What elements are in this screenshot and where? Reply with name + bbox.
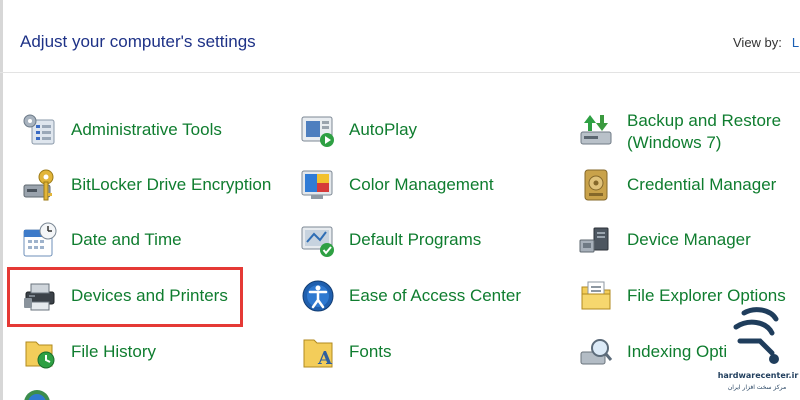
item-label: File History	[71, 342, 157, 361]
view-by-control[interactable]: View by: L	[733, 35, 799, 50]
item-credential-manager[interactable]: Credential Manager	[578, 167, 776, 203]
item-default-programs[interactable]: Default Programs	[300, 222, 481, 258]
page-title: Adjust your computer's settings	[20, 32, 256, 51]
file-history-icon	[22, 334, 58, 370]
item-label: BitLocker Drive Encryption	[71, 175, 272, 194]
item-label: Ease of Access Center	[349, 286, 521, 305]
item-device-manager[interactable]: Device Manager	[578, 222, 751, 258]
window-border	[0, 0, 3, 400]
partial-item-icon	[22, 388, 52, 400]
calendar-clock-icon	[22, 222, 58, 258]
item-label: Device Manager	[627, 230, 751, 249]
svg-text:A: A	[317, 348, 333, 369]
highlight-box	[7, 267, 243, 327]
item-fonts[interactable]: A Fonts	[300, 334, 392, 370]
item-label: Default Programs	[349, 230, 482, 249]
item-autoplay[interactable]: AutoPlay	[300, 112, 417, 148]
indexing-options-icon	[578, 334, 614, 370]
autoplay-icon	[300, 112, 336, 148]
color-management-icon	[300, 167, 336, 203]
item-label: Fonts	[349, 342, 392, 361]
item-date-and-time[interactable]: Date and Time	[22, 222, 182, 258]
item-file-history[interactable]: File History	[22, 334, 156, 370]
item-label: File Explorer Options	[627, 286, 786, 305]
item-bitlocker-drive-encryption[interactable]: BitLocker Drive Encryption	[22, 167, 271, 203]
view-by-value[interactable]: L	[792, 35, 799, 50]
folder-options-icon	[578, 278, 614, 314]
bitlocker-icon	[22, 167, 58, 203]
item-indexing-options[interactable]: Indexing Opti	[578, 334, 727, 370]
backup-restore-icon	[578, 112, 614, 148]
item-ease-of-access-center[interactable]: Ease of Access Center	[300, 278, 521, 314]
logo-name: hardwarecenter.ir	[717, 371, 799, 380]
fonts-icon: A	[300, 334, 336, 370]
item-label: Date and Time	[71, 230, 182, 249]
logo-subtitle: مرکز سخت افزار ایران	[727, 384, 787, 391]
item-label: Indexing Opti	[627, 342, 728, 361]
view-by-label: View by:	[733, 35, 782, 50]
item-administrative-tools[interactable]: Administrative Tools	[22, 112, 222, 148]
header-divider	[0, 72, 800, 73]
item-label: AutoPlay	[349, 120, 418, 139]
administrative-tools-icon	[22, 112, 58, 148]
item-backup-and-restore[interactable]: Backup and Restore (Windows 7)	[578, 110, 781, 154]
item-label: Credential Manager	[627, 175, 777, 194]
credential-manager-icon	[578, 167, 614, 203]
item-label: Administrative Tools	[71, 120, 222, 139]
ease-of-access-icon	[300, 278, 336, 314]
item-label-line1: Backup and Restore	[627, 111, 782, 130]
item-color-management[interactable]: Color Management	[300, 167, 494, 203]
item-label-line2: (Windows 7)	[627, 133, 722, 152]
device-manager-icon	[578, 222, 614, 258]
default-programs-icon	[300, 222, 336, 258]
item-label: Color Management	[349, 175, 494, 194]
hardwarecenter-logo: hardwarecenter.ir مرکز سخت افزار ایران	[714, 305, 800, 400]
